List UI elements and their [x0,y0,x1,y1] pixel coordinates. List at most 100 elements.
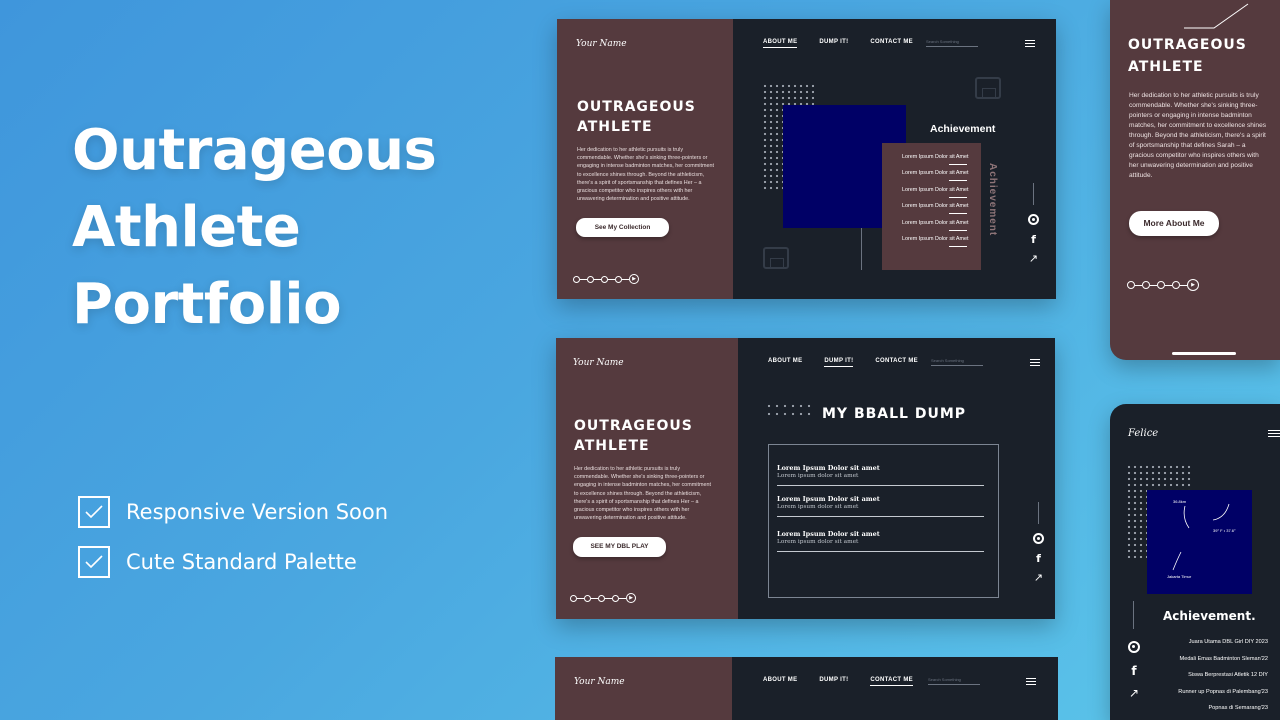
step-dot[interactable] [1142,281,1150,289]
step-dot[interactable] [584,594,591,602]
step-dot[interactable] [1172,281,1180,289]
social-links: f ↗ [1028,183,1039,265]
step-dot[interactable] [570,594,577,602]
step-dot[interactable] [587,275,594,283]
about-text: Her dedication to her athletic pursuits … [574,466,711,522]
achievement-item: Lorem Ipsum Dolor sit Amet [902,170,969,181]
achievement-heading: Achievement. [1163,609,1256,623]
achievement-heading: Achievement [930,123,996,135]
nav-contact-me[interactable]: CONTACT ME [870,677,913,686]
step-dot[interactable] [598,594,605,602]
nav-about-me[interactable]: ABOUT ME [763,677,797,686]
title-line: ATHLETE [1128,59,1204,75]
achievement-item: Lorem Ipsum Dolor sit Amet [902,220,969,231]
map-block: 36.8km 39° F • 37.6° Jakarta Timur [1147,490,1252,594]
step-dot[interactable] [601,275,608,283]
hero-line: Athlete [72,195,301,260]
basketball-hoop-icon [763,247,789,269]
play-icon[interactable]: ▶ [1187,279,1199,291]
nav-contact-me[interactable]: CONTACT ME [870,39,913,48]
feature-list: Responsive Version Soon Cute Standard Pa… [78,487,388,587]
page-title: OUTRAGEOUS ATHLETE [577,97,696,137]
nav-dump-it[interactable]: DUMP IT! [819,677,848,686]
list-item[interactable]: Lorem Ipsum Dolor sit amet Lorem ipsum d… [777,464,984,486]
logo[interactable]: Felice [1128,428,1158,439]
nav-contact-me[interactable]: CONTACT ME [875,358,918,367]
target-icon[interactable] [1028,214,1039,225]
page-title: OUTRAGEOUS ATHLETE [1128,34,1247,78]
logo[interactable]: Your Name [573,358,624,368]
carousel-stepper[interactable]: ▶ [573,274,639,284]
search-input[interactable]: Search Something [926,39,978,47]
list-item-subtitle: Lorem ipsum dolor sit amet [777,539,859,545]
external-link-icon[interactable]: ↗ [1029,254,1038,265]
facebook-icon[interactable]: f [1036,553,1041,564]
see-collection-button[interactable]: See My Collection [576,218,669,237]
external-link-icon[interactable]: ↗ [1034,573,1043,584]
play-icon[interactable]: ▶ [626,593,636,603]
facebook-icon[interactable]: f [1131,665,1136,677]
about-text: Her dedication to her athletic pursuits … [577,147,714,203]
map-label: 36.8km [1173,499,1187,504]
achievement-item: Runner up Popnas di Palembang'23 [1178,688,1268,695]
achievement-vertical-label: Achievement [987,163,998,237]
desktop-mockup-contact: Your Name ABOUT ME DUMP IT! CONTACT ME S… [555,657,1058,720]
list-item-subtitle: Lorem ipsum dolor sit amet [777,473,859,479]
route-lines [1172,503,1230,571]
carousel-stepper[interactable]: ▶ [1127,279,1199,291]
home-indicator [1172,352,1236,355]
achievement-item: Lorem Ipsum Dolor sit Amet [902,187,969,198]
list-item-title: Lorem Ipsum Dolor sit amet [777,530,880,538]
map-label: Jakarta Timur [1167,574,1192,579]
social-divider [1033,183,1034,205]
menu-icon[interactable] [1026,678,1036,685]
top-nav: ABOUT ME DUMP IT! CONTACT ME [763,39,913,48]
achievement-item: Lorem Ipsum Dolor sit Amet [902,154,969,165]
carousel-stepper[interactable]: ▶ [570,593,636,603]
divider [861,228,862,270]
dot-pattern [765,402,813,420]
see-dbl-play-button[interactable]: SEE MY DBL PLAY [573,537,666,557]
social-links: f ↗ [1033,502,1044,584]
list-item-subtitle: Lorem ipsum dolor sit amet [777,504,859,510]
basketball-hoop-icon [975,77,1001,99]
feature-label: Responsive Version Soon [126,500,389,524]
external-link-icon[interactable]: ↗ [1129,687,1139,699]
step-dot[interactable] [1157,281,1165,289]
logo[interactable]: Your Name [574,677,625,687]
nav-dump-it[interactable]: DUMP IT! [824,358,854,367]
step-dot[interactable] [573,275,580,283]
hero-line: Portfolio [72,272,342,337]
target-icon[interactable] [1033,533,1044,544]
check-icon [78,546,110,578]
step-dot[interactable] [612,594,619,602]
menu-icon[interactable] [1030,359,1040,366]
facebook-icon[interactable]: f [1031,234,1036,245]
achievement-item: Popnas di Semarang'23 [1208,705,1268,711]
target-icon[interactable] [1128,641,1140,653]
play-icon[interactable]: ▶ [629,274,639,284]
nav-dump-it[interactable]: DUMP IT! [819,39,848,48]
search-input[interactable]: Search Something [928,677,980,685]
top-nav: ABOUT ME DUMP IT! CONTACT ME [763,677,913,686]
menu-icon[interactable] [1025,40,1035,47]
search-input[interactable]: Search Something [931,358,983,366]
menu-icon[interactable] [1268,430,1280,437]
logo[interactable]: Your Name [576,39,627,49]
right-panel [732,657,1058,720]
mobile-mockup-about: OUTRAGEOUS ATHLETE Her dedication to her… [1110,0,1280,360]
list-item[interactable]: Lorem Ipsum Dolor sit amet Lorem ipsum d… [777,530,984,552]
top-nav: ABOUT ME DUMP IT! CONTACT ME [768,358,918,367]
more-about-me-button[interactable]: More About Me [1129,211,1219,236]
step-dot[interactable] [615,275,622,283]
achievement-item: Siswa Berprestasi Atletik 12 DIY [1188,672,1268,678]
achievement-list: Juara Utama DBL Girl DIY 2023 Medali Ema… [1178,634,1268,717]
achievement-item: Lorem Ipsum Dolor sit Amet [902,203,969,214]
map-label: 39° F • 37.6° [1213,528,1236,533]
social-links: f ↗ [1128,641,1140,699]
list-item[interactable]: Lorem Ipsum Dolor sit amet Lorem ipsum d… [777,495,984,517]
hero-line: Outrageous [72,118,437,183]
step-dot[interactable] [1127,281,1135,289]
nav-about-me[interactable]: ABOUT ME [763,39,798,48]
nav-about-me[interactable]: ABOUT ME [768,358,802,367]
